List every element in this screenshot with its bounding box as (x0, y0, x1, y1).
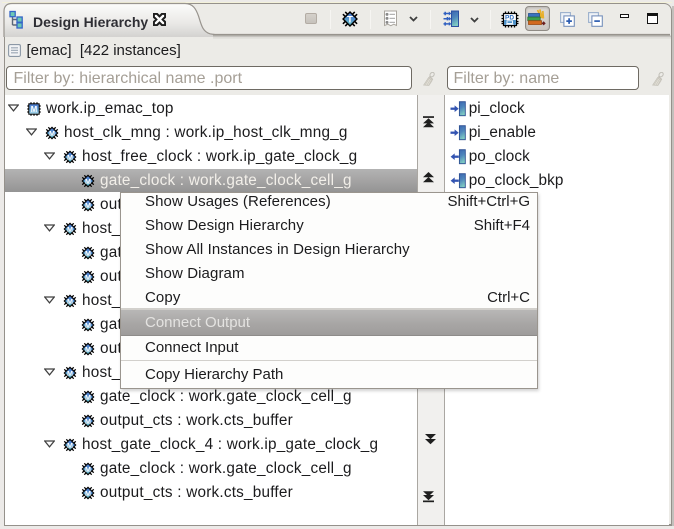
svg-text:T: T (347, 15, 353, 26)
